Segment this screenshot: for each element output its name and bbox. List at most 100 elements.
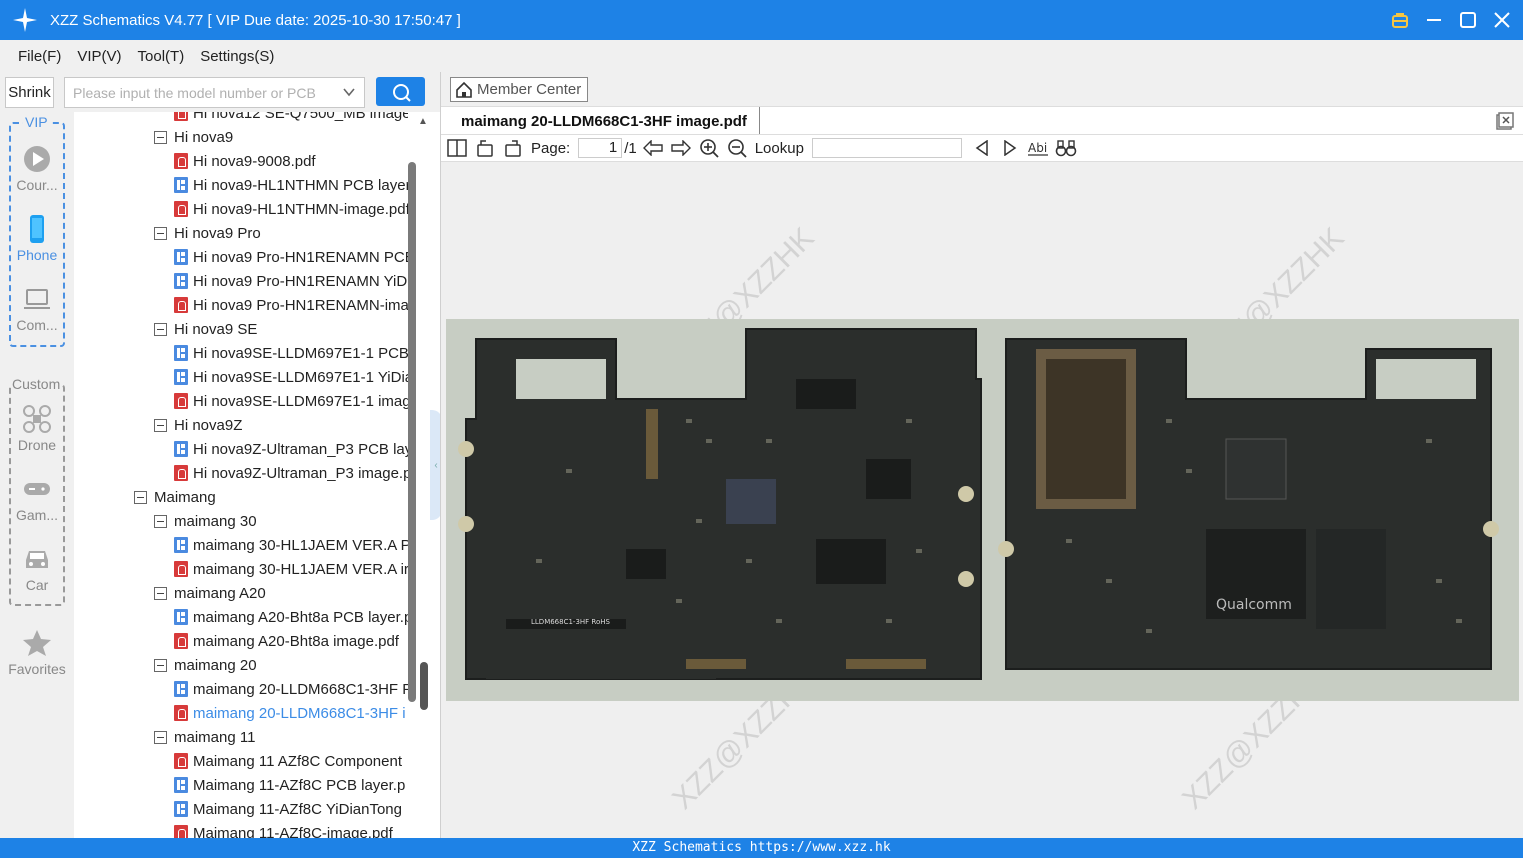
scrollbar-thumb[interactable]	[408, 162, 416, 702]
tree-folder[interactable]: maimang 20	[154, 653, 257, 677]
tree-file[interactable]: Hi nova9-HL1NTHMN PCB layer	[174, 173, 408, 197]
minimize-button[interactable]	[1423, 9, 1445, 31]
search-button[interactable]	[376, 77, 425, 106]
tree-node-label: maimang A20-Bht8a image.pdf	[193, 632, 399, 650]
pdf-canvas[interactable]: XZZ@XZZHK XZZ@XZZHK XZZ@XZZHK XZZ@XZZHK …	[441, 162, 1523, 838]
tree-file[interactable]: Hi nova9-HL1NTHMN-image.pdf	[174, 197, 408, 221]
next-page-icon[interactable]	[669, 136, 693, 160]
tree-node-label: maimang 20-LLDM668C1-3HF F	[193, 680, 408, 698]
tree-node-label: Hi nova9-HL1NTHMN PCB layer	[193, 176, 408, 194]
binoculars-icon[interactable]	[1054, 136, 1078, 160]
menu-settings[interactable]: Settings(S)	[200, 48, 274, 65]
category-drone[interactable]: Drone	[0, 404, 74, 453]
collapse-toggle-icon[interactable]	[154, 730, 167, 744]
page-label: Page:	[531, 139, 571, 157]
menu-vip[interactable]: VIP(V)	[77, 48, 121, 65]
tree-node-label: Hi nova9SE-LLDM697E1-1 PCB	[193, 344, 408, 362]
vip-bag-icon[interactable]	[1389, 9, 1411, 31]
tree-file[interactable]: Hi nova9 Pro-HN1RENAMN PCB	[174, 245, 408, 269]
category-courses[interactable]: Cour...	[0, 144, 74, 193]
collapse-toggle-icon[interactable]	[154, 226, 167, 240]
tree-file[interactable]: maimang A20-Bht8a PCB layer.p	[174, 605, 408, 629]
tree-file[interactable]: Hi nova9 Pro-HN1RENAMN-image	[174, 293, 408, 317]
collapse-toggle-icon[interactable]	[154, 322, 167, 336]
laptop-icon	[24, 289, 50, 309]
scrollbar-thumb-secondary[interactable]	[420, 662, 428, 710]
document-tab[interactable]: maimang 20-LLDM668C1-3HF image.pdf	[449, 107, 760, 135]
tree-node-label: maimang 30-HL1JAEM VER.A ir	[193, 560, 408, 578]
tree-file[interactable]: Maimang 11-AZf8C-image.pdf	[174, 821, 393, 838]
collapse-toggle-icon[interactable]	[154, 418, 167, 432]
find-next-icon[interactable]	[998, 136, 1022, 160]
tree-folder[interactable]: Hi nova9Z	[154, 413, 242, 437]
tree-node-label: Hi nova9SE-LLDM697E1-1 YiDia	[193, 368, 408, 386]
category-computer[interactable]: Com...	[0, 284, 74, 333]
tree-file[interactable]: Hi nova9SE-LLDM697E1-1 YiDia	[174, 365, 408, 389]
category-favorites[interactable]: Favorites	[0, 628, 74, 677]
collapse-toggle-icon[interactable]	[154, 514, 167, 528]
tree-file[interactable]: Hi nova9-9008.pdf	[174, 149, 316, 173]
tree-node-label: Maimang 11-AZf8C-image.pdf	[193, 824, 393, 839]
scroll-up-icon[interactable]: ▲	[418, 116, 428, 127]
tree-file[interactable]: maimang 30-HL1JAEM VER.A P	[174, 533, 408, 557]
tree-file[interactable]: Maimang 11-AZf8C PCB layer.p	[174, 773, 405, 797]
tree-file[interactable]: maimang 20-LLDM668C1-3HF F	[174, 677, 408, 701]
category-car[interactable]: Car	[0, 544, 74, 593]
tree-file[interactable]: Maimang 11 AZf8C Component	[174, 749, 402, 773]
tree-scrollbar[interactable]: ▲	[408, 112, 432, 838]
match-case-icon[interactable]: Abi	[1026, 136, 1050, 160]
rotate-left-icon[interactable]	[473, 136, 497, 160]
menu-file[interactable]: File(F)	[18, 48, 61, 65]
tree-node-label: maimang A20	[174, 584, 266, 602]
close-tab-icon[interactable]	[1496, 112, 1514, 130]
tree-node-label: Maimang 11-AZf8C PCB layer.p	[193, 776, 406, 794]
split-view-icon[interactable]	[445, 136, 469, 160]
pcb-file-icon	[174, 777, 188, 793]
zoom-in-icon[interactable]	[697, 136, 721, 160]
category-games[interactable]: Gam...	[0, 474, 74, 523]
previous-page-icon[interactable]	[641, 136, 665, 160]
tree-file[interactable]: maimang 20-LLDM668C1-3HF i	[174, 701, 406, 725]
member-center-button[interactable]: Member Center	[450, 77, 589, 102]
collapse-toggle-icon[interactable]	[154, 658, 167, 672]
close-button[interactable]	[1491, 9, 1513, 31]
tree-file[interactable]: Maimang 11-AZf8C YiDianTong	[174, 797, 402, 821]
page-number-input[interactable]: 1	[578, 138, 623, 158]
member-center-label: Member Center	[477, 81, 582, 98]
tree-file[interactable]: maimang A20-Bht8a image.pdf	[174, 629, 399, 653]
maximize-button[interactable]	[1457, 9, 1479, 31]
tree-folder[interactable]: Hi nova9 SE	[154, 317, 257, 341]
tree-file[interactable]: Hi nova9SE-LLDM697E1-1 imag	[174, 389, 408, 413]
shrink-button[interactable]: Shrink	[5, 77, 54, 108]
chevron-down-icon[interactable]	[342, 85, 356, 102]
tree-file[interactable]: Hi nova9Z-Ultraman_P3 image.p	[174, 461, 408, 485]
pdf-file-icon	[174, 393, 188, 409]
tree-file[interactable]: Hi nova9SE-LLDM697E1-1 PCB	[174, 341, 408, 365]
tree-file[interactable]: maimang 30-HL1JAEM VER.A ir	[174, 557, 408, 581]
collapse-toggle-icon[interactable]	[154, 586, 167, 600]
category-phone[interactable]: Phone	[0, 214, 74, 263]
tree-folder[interactable]: maimang A20	[154, 581, 266, 605]
tree-folder[interactable]: Maimang	[134, 485, 216, 509]
tree-folder[interactable]: maimang 30	[154, 509, 257, 533]
pdf-file-icon	[174, 153, 188, 169]
find-previous-icon[interactable]	[970, 136, 994, 160]
page-total: /1	[624, 139, 637, 157]
zoom-out-icon[interactable]	[725, 136, 749, 160]
search-input[interactable]: Please input the model number or PCB	[64, 77, 365, 108]
collapse-toggle-icon[interactable]	[134, 490, 147, 504]
tree-folder[interactable]: Hi nova9 Pro	[154, 221, 261, 245]
pcb-file-icon	[174, 345, 188, 361]
tree-file[interactable]: Hi nova9Z-Ultraman_P3 PCB lay	[174, 437, 408, 461]
home-icon	[456, 81, 472, 98]
rotate-right-icon[interactable]	[501, 136, 525, 160]
tree-folder[interactable]: Hi nova9	[154, 125, 233, 149]
pcb-file-icon	[174, 177, 188, 193]
lookup-input[interactable]	[811, 138, 962, 158]
tree-file[interactable]: Hi nova12 SE-Q7500_MB image.pdf	[174, 112, 408, 125]
collapse-toggle-icon[interactable]	[154, 130, 167, 144]
menu-tool[interactable]: Tool(T)	[138, 48, 185, 65]
tree-node-label: Hi nova9Z-Ultraman_P3 image.p	[193, 464, 408, 482]
tree-file[interactable]: Hi nova9 Pro-HN1RENAMN YiD	[174, 269, 407, 293]
tree-folder[interactable]: maimang 11	[154, 725, 255, 749]
